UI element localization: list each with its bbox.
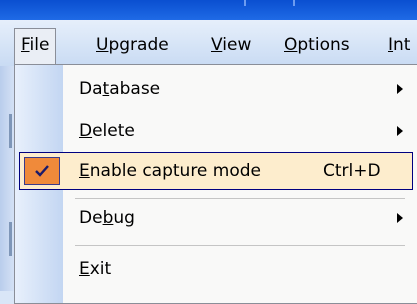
window-left-edge (0, 66, 14, 291)
menu-item-label: Exit (79, 259, 112, 279)
edge-marker (9, 222, 12, 256)
menu-item-shortcut: Ctrl+D (323, 161, 381, 181)
menu-separator (75, 245, 405, 246)
checkmark-icon (35, 165, 49, 177)
edge-marker (9, 114, 12, 148)
menu-view[interactable]: View (211, 30, 251, 60)
chevron-right-icon (397, 213, 403, 223)
menu-hotkey: U (96, 35, 109, 55)
menu-item-label: Delete (79, 121, 135, 141)
menu-hotkey: O (284, 35, 298, 55)
titlebar-divider (293, 0, 295, 6)
chevron-right-icon (397, 126, 403, 136)
menu-label-rest: ile (29, 35, 50, 55)
menu-item-database[interactable]: Database (19, 70, 413, 108)
menu-item-label: Debug (79, 208, 135, 228)
menu-file[interactable]: File (14, 28, 57, 65)
menu-hotkey: F (21, 35, 30, 55)
menu-item-enable-capture-mode[interactable]: Enable capture mode Ctrl+D (19, 152, 413, 190)
window-titlebar (0, 0, 417, 20)
menu-label-rest: nt (393, 35, 411, 55)
menu-label-rest: pgrade (108, 35, 169, 55)
menu-label-rest: iew (222, 35, 252, 55)
menu-hotkey: V (211, 35, 223, 55)
menu-int[interactable]: Int (388, 30, 417, 60)
menu-label-rest: ptions (297, 35, 350, 55)
menu-item-label: Database (79, 79, 161, 99)
menu-bar (0, 20, 417, 66)
file-menu-dropdown: Database Delete Enable capture mode Ctrl… (14, 64, 417, 304)
chevron-right-icon (397, 84, 403, 94)
titlebar-divider (244, 0, 246, 6)
menu-item-debug[interactable]: Debug (19, 199, 413, 237)
menu-options[interactable]: Options (284, 30, 350, 60)
checked-state (24, 157, 60, 185)
menu-item-delete[interactable]: Delete (19, 112, 413, 150)
menu-item-label: Enable capture mode (79, 161, 262, 181)
menu-item-exit[interactable]: Exit (19, 250, 413, 288)
menu-upgrade[interactable]: Upgrade (96, 30, 169, 60)
